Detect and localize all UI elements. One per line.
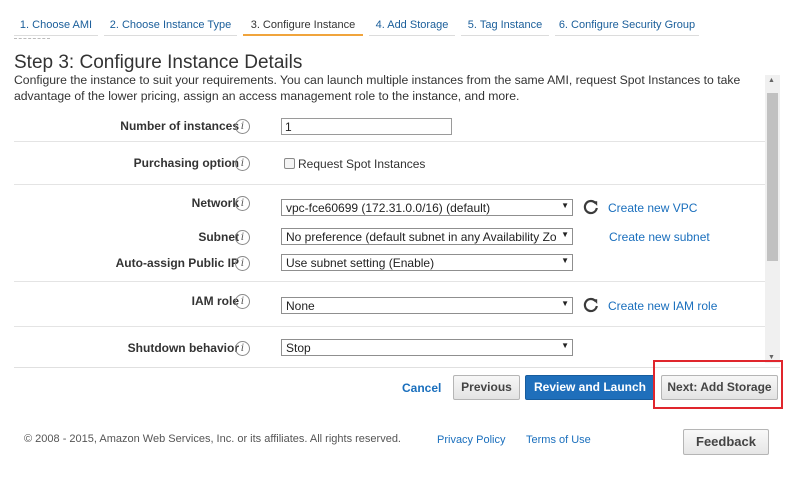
refresh-icon[interactable]: [582, 198, 600, 216]
dropdown-arrow-icon: ▼: [561, 256, 569, 265]
info-icon[interactable]: i: [235, 256, 250, 271]
scrollbar-thumb[interactable]: [767, 93, 778, 261]
tabs-divider: [14, 38, 50, 41]
shutdown-behavior-label: Shutdown behavior: [127, 341, 239, 355]
iam-role-value: None: [286, 299, 315, 313]
row-network-group: Network i vpc-fce60699 (172.31.0.0/16) (…: [14, 185, 766, 282]
network-select[interactable]: vpc-fce60699 (172.31.0.0/16) (default) ▼: [281, 199, 573, 216]
network-value: vpc-fce60699 (172.31.0.0/16) (default): [286, 201, 491, 215]
wizard-tabs: 1. Choose AMI 2. Choose Instance Type 3.…: [0, 0, 797, 38]
shutdown-behavior-select[interactable]: Stop ▼: [281, 339, 573, 356]
info-icon[interactable]: i: [235, 294, 250, 309]
network-label: Network: [191, 196, 239, 210]
page-description: Configure the instance to suit your requ…: [14, 73, 741, 103]
request-spot-instances-label: Request Spot Instances: [298, 157, 426, 171]
auto-assign-public-ip-value: Use subnet setting (Enable): [286, 256, 435, 270]
terms-of-use-link[interactable]: Terms of Use: [526, 434, 591, 446]
row-purchasing-option: Purchasing option i Request Spot Instanc…: [14, 142, 766, 185]
row-iam-role: IAM role i None ▼ Create new IAM role: [14, 282, 766, 327]
previous-button[interactable]: Previous: [453, 375, 520, 400]
footer-copyright: © 2008 - 2015, Amazon Web Services, Inc.…: [24, 433, 401, 445]
iam-role-select[interactable]: None ▼: [281, 297, 573, 314]
tab-choose-instance-type[interactable]: 2. Choose Instance Type: [104, 0, 237, 36]
request-spot-instances-checkbox[interactable]: [284, 158, 295, 169]
auto-assign-public-ip-select[interactable]: Use subnet setting (Enable) ▼: [281, 254, 573, 271]
form-scrollbar[interactable]: ▲ ▼: [765, 75, 780, 363]
tab-configure-security-group[interactable]: 6. Configure Security Group: [555, 0, 699, 36]
highlight-annotation-box: [653, 360, 783, 409]
info-icon[interactable]: i: [235, 119, 250, 134]
shutdown-behavior-value: Stop: [286, 341, 311, 355]
privacy-policy-link[interactable]: Privacy Policy: [437, 434, 505, 446]
create-new-subnet-link[interactable]: Create new subnet: [609, 230, 710, 244]
create-new-vpc-link[interactable]: Create new VPC: [608, 201, 697, 215]
tab-configure-instance[interactable]: 3. Configure Instance: [243, 0, 363, 36]
info-icon[interactable]: i: [235, 341, 250, 356]
iam-role-label: IAM role: [191, 294, 239, 308]
info-icon[interactable]: i: [235, 230, 250, 245]
tab-choose-ami[interactable]: 1. Choose AMI: [14, 0, 98, 36]
dropdown-arrow-icon: ▼: [561, 201, 569, 210]
info-icon[interactable]: i: [235, 156, 250, 171]
number-of-instances-label: Number of instances: [120, 119, 239, 133]
subnet-select[interactable]: No preference (default subnet in any Ava…: [281, 228, 573, 245]
create-new-iam-role-link[interactable]: Create new IAM role: [608, 299, 717, 313]
refresh-icon[interactable]: [582, 296, 600, 314]
subnet-value: No preference (default subnet in any Ava…: [286, 230, 556, 244]
tab-add-storage[interactable]: 4. Add Storage: [369, 0, 455, 36]
configure-form: Number of instances i Purchasing option …: [14, 108, 780, 366]
auto-assign-public-ip-label: Auto-assign Public IP: [115, 256, 239, 270]
tab-tag-instance[interactable]: 5. Tag Instance: [461, 0, 549, 36]
dropdown-arrow-icon: ▼: [561, 299, 569, 308]
feedback-button[interactable]: Feedback: [683, 429, 769, 455]
dropdown-arrow-icon: ▼: [561, 341, 569, 350]
row-number-of-instances: Number of instances i: [14, 108, 766, 142]
cancel-button[interactable]: Cancel: [402, 381, 441, 395]
page-title: Step 3: Configure Instance Details: [14, 52, 303, 73]
number-of-instances-input[interactable]: [281, 118, 452, 135]
scroll-up-arrow-icon[interactable]: ▲: [768, 77, 775, 84]
review-and-launch-button[interactable]: Review and Launch: [525, 375, 655, 400]
subnet-label: Subnet: [198, 230, 239, 244]
info-icon[interactable]: i: [235, 196, 250, 211]
purchasing-option-label: Purchasing option: [133, 156, 239, 170]
dropdown-arrow-icon: ▼: [561, 230, 569, 239]
